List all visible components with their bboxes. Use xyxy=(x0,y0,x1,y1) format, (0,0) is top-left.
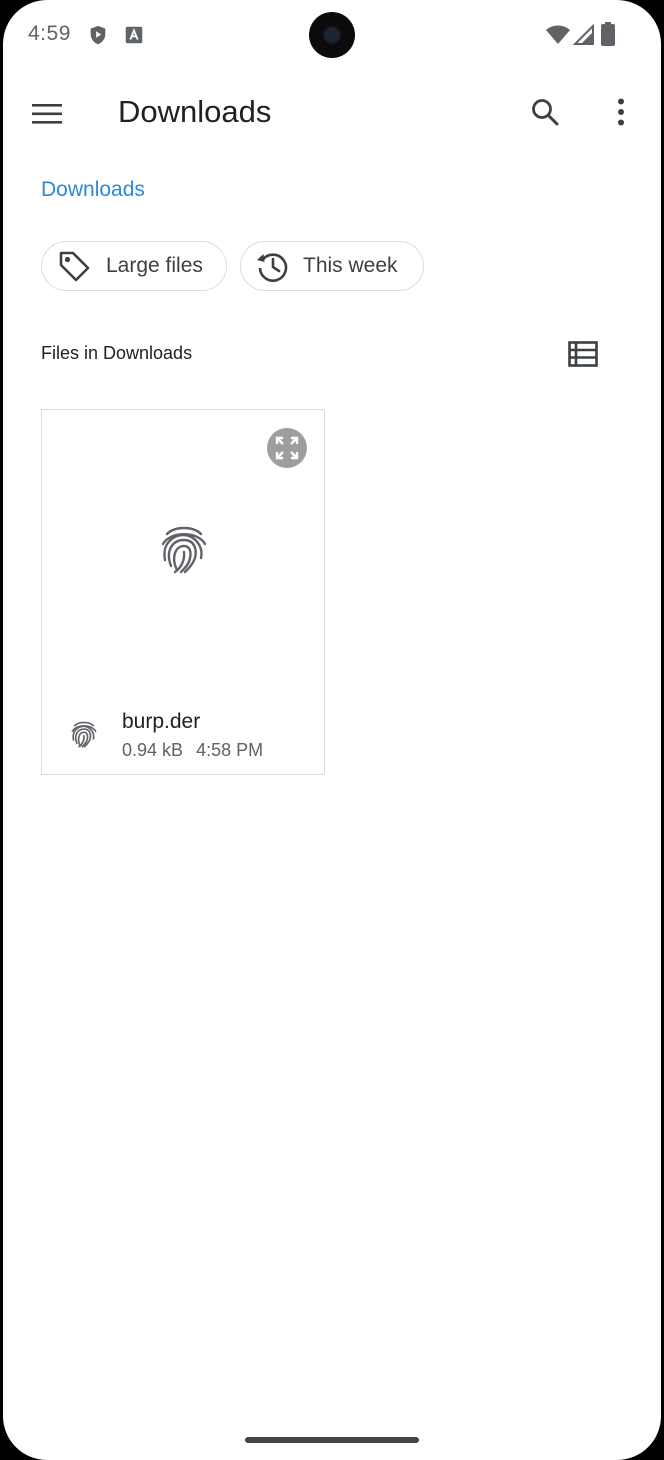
section-label: Files in Downloads xyxy=(41,343,193,363)
fingerprint-icon xyxy=(155,520,213,578)
search-icon[interactable] xyxy=(521,88,569,136)
status-time: 4:59 xyxy=(28,22,71,45)
font-a-icon xyxy=(123,24,145,46)
page-title: Downloads xyxy=(118,94,272,129)
shield-play-icon xyxy=(87,24,109,46)
file-time: 4:58 PM xyxy=(196,740,264,760)
expand-preview-icon[interactable] xyxy=(267,428,307,468)
file-meta: 0.94 kB 4:58 PM xyxy=(122,740,263,761)
screen: 4:59 Downloads Downloads Large files Thi… xyxy=(3,0,661,1460)
file-name: burp.der xyxy=(122,710,201,733)
chip-label: This week xyxy=(303,254,398,277)
chip-label: Large files xyxy=(106,254,203,277)
chip-large-files[interactable]: Large files xyxy=(41,241,227,291)
home-gesture-bar[interactable] xyxy=(245,1437,419,1443)
list-view-icon[interactable] xyxy=(565,336,601,372)
file-size: 0.94 kB xyxy=(122,740,184,760)
device-frame: 4:59 Downloads Downloads Large files Thi… xyxy=(0,0,664,1460)
more-vert-icon[interactable] xyxy=(597,88,645,136)
cell-signal-icon xyxy=(572,23,595,46)
battery-icon xyxy=(601,22,615,46)
breadcrumb[interactable]: Downloads xyxy=(41,178,145,202)
fingerprint-icon xyxy=(68,716,100,752)
chip-this-week[interactable]: This week xyxy=(240,241,424,291)
label-tag-icon xyxy=(56,248,92,284)
wifi-icon xyxy=(545,23,571,47)
front-camera xyxy=(309,12,355,58)
hamburger-menu-icon[interactable] xyxy=(23,90,71,138)
file-card[interactable]: burp.der 0.94 kB 4:58 PM xyxy=(41,409,325,775)
history-icon xyxy=(254,248,290,284)
